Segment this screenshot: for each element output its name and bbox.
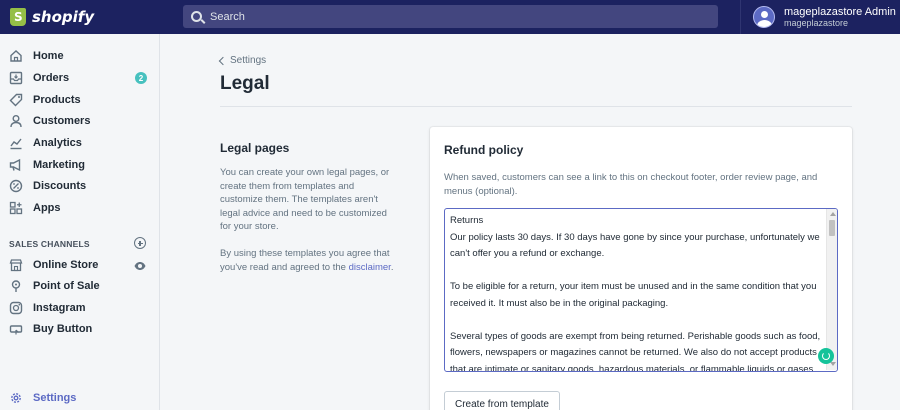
eye-icon[interactable]	[134, 259, 146, 271]
writing-assistant-icon[interactable]	[818, 348, 834, 364]
account-info: mageplazastore Admin mageplazastore	[784, 6, 896, 29]
legal-pages-description: You can create your own legal pages, or …	[220, 167, 390, 232]
avatar	[753, 6, 775, 28]
refund-policy-editor[interactable]: Returns Our policy lasts 30 days. If 30 …	[444, 208, 838, 372]
home-icon	[9, 49, 23, 63]
sidebar-item-label: Home	[33, 50, 64, 62]
create-from-template-button[interactable]: Create from template	[444, 391, 560, 410]
breadcrumb-label: Settings	[230, 55, 267, 66]
brand-logo[interactable]: shopify	[0, 8, 160, 26]
sidebar-item-orders[interactable]: Orders 2	[0, 68, 160, 88]
refund-policy-card: Refund policy When saved, customers can …	[430, 127, 852, 410]
pos-icon	[9, 279, 23, 293]
refund-policy-title: Refund policy	[444, 143, 524, 157]
store-icon	[9, 258, 23, 272]
legal-pages-heading: Legal pages	[220, 141, 290, 155]
sidebar-item-label: Settings	[33, 392, 77, 404]
sidebar-item-label: Buy Button	[33, 323, 93, 335]
title-divider	[220, 106, 852, 107]
account-store: mageplazastore	[784, 17, 849, 28]
refund-policy-help-text: When saved, customers can see a link to …	[444, 172, 818, 197]
sidebar-item-label: Analytics	[33, 137, 82, 149]
scroll-up-arrow-icon[interactable]	[830, 212, 836, 216]
scroll-thumb[interactable]	[829, 220, 835, 236]
sidebar-item-label: Online Store	[33, 259, 99, 271]
add-sales-channel-icon[interactable]	[134, 237, 146, 249]
disclaimer-link[interactable]: disclaimer	[349, 262, 391, 273]
tag-icon	[9, 93, 23, 107]
orders-count-badge: 2	[135, 72, 147, 84]
sidebar-item-discounts[interactable]: Discounts	[0, 176, 160, 196]
agreement-suffix: .	[390, 261, 394, 273]
top-bar: shopify mageplazastore Admin mageplazast…	[0, 0, 900, 34]
person-icon	[9, 114, 23, 128]
sidebar-item-instagram[interactable]: Instagram	[0, 298, 160, 318]
sales-channels-heading: SALES CHANNELS	[9, 239, 90, 249]
sidebar-item-label: Apps	[33, 202, 61, 214]
chart-icon	[9, 136, 23, 150]
megaphone-icon	[9, 158, 23, 172]
sidebar-item-products[interactable]: Products	[0, 90, 160, 110]
legal-pages-agreement: By using these templates you agree that …	[220, 247, 396, 274]
brand-name: shopify	[32, 8, 95, 26]
search-bar[interactable]	[183, 5, 718, 28]
sidebar-item-label: Products	[33, 94, 81, 106]
search-input[interactable]	[210, 10, 690, 23]
sidebar-item-label: Marketing	[33, 159, 85, 171]
sidebar-item-marketing[interactable]: Marketing	[0, 155, 160, 175]
search-icon	[191, 11, 202, 22]
buy-button-icon	[9, 322, 23, 336]
sidebar-item-home[interactable]: Home	[0, 46, 160, 66]
breadcrumb-back-link[interactable]: Settings	[218, 55, 267, 66]
sidebar: Home Orders 2 Products Customers Analyti…	[0, 34, 160, 410]
instagram-icon	[9, 301, 23, 315]
gear-icon	[9, 391, 23, 405]
apps-icon	[9, 201, 23, 215]
sidebar-item-settings[interactable]: Settings	[0, 388, 160, 408]
page-title: Legal	[220, 73, 270, 94]
sidebar-item-label: Discounts	[33, 180, 87, 192]
scroll-down-arrow-icon[interactable]	[830, 362, 836, 366]
discount-icon	[9, 179, 23, 193]
sidebar-item-label: Orders	[33, 72, 70, 84]
account-name: mageplazastore Admin	[784, 5, 896, 18]
orders-icon	[9, 71, 23, 85]
sidebar-item-label: Customers	[33, 115, 91, 127]
sidebar-item-analytics[interactable]: Analytics	[0, 133, 160, 153]
shopify-bag-icon	[10, 8, 26, 26]
sidebar-item-point-of-sale[interactable]: Point of Sale	[0, 276, 160, 296]
sidebar-item-buy-button[interactable]: Buy Button	[0, 319, 160, 339]
sidebar-item-customers[interactable]: Customers	[0, 111, 160, 131]
sidebar-item-apps[interactable]: Apps	[0, 198, 160, 218]
account-menu[interactable]: mageplazastore Admin mageplazastore	[740, 0, 900, 34]
chevron-left-icon	[218, 56, 228, 65]
sidebar-item-label: Instagram	[33, 302, 86, 314]
editor-scrollbar[interactable]	[826, 209, 837, 370]
refund-policy-text[interactable]: Returns Our policy lasts 30 days. If 30 …	[450, 213, 826, 371]
sidebar-item-label: Point of Sale	[33, 280, 100, 292]
